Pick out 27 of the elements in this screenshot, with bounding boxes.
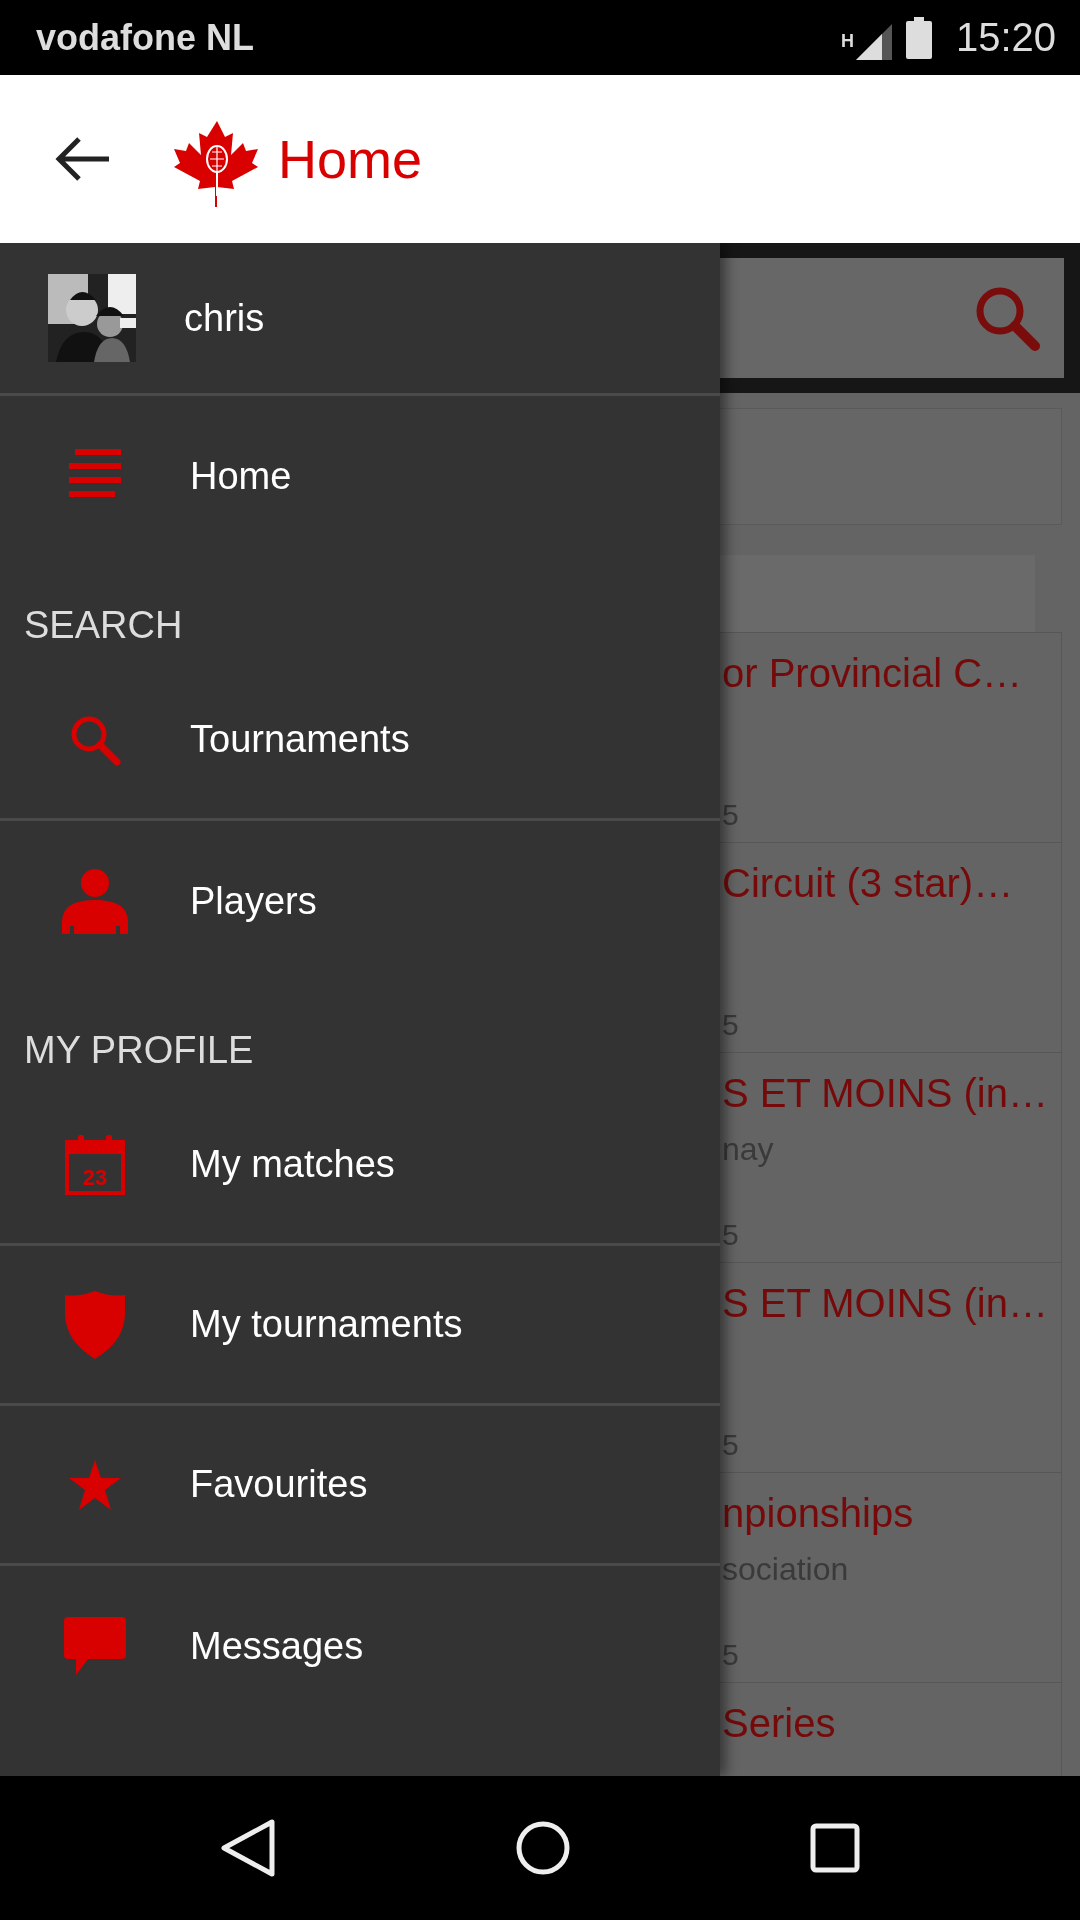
tournament-title: or Provincial C… — [722, 651, 1023, 696]
clock: 15:20 — [955, 15, 1056, 60]
menu-item[interactable]: Favourites — [0, 1406, 720, 1566]
tournament-title: Series — [722, 1701, 836, 1746]
network-type: H — [840, 31, 854, 52]
person-icon — [62, 868, 128, 934]
tournament-title: S ET MOINS (in… — [722, 1071, 1048, 1116]
user-name[interactable]: chris — [184, 296, 265, 340]
home-icon[interactable] — [515, 1820, 571, 1876]
recents-icon[interactable] — [810, 1823, 861, 1873]
chat-icon — [64, 1617, 126, 1675]
menu-item[interactable]: 23 My matches — [0, 1086, 720, 1246]
section-header: MY PROFILE — [23, 1028, 255, 1073]
menu-item[interactable]: Tournaments — [0, 661, 720, 821]
shield-icon — [65, 1290, 125, 1359]
section-header: SEARCH — [23, 603, 184, 648]
star-icon — [69, 1459, 121, 1510]
menu-item[interactable]: My tournaments — [0, 1246, 720, 1406]
menu-item[interactable]: Home — [0, 396, 720, 556]
tournament-title: Circuit (3 star)… — [722, 861, 1014, 906]
signal-icon — [855, 23, 892, 60]
screen-title: Home — [278, 128, 423, 190]
back-icon[interactable] — [219, 1818, 276, 1878]
carrier-name: vodafone NL — [36, 16, 254, 59]
tournament-title: S ET MOINS (in… — [722, 1281, 1048, 1326]
battery-icon — [905, 16, 932, 59]
tournament-title: npionships — [722, 1491, 914, 1536]
